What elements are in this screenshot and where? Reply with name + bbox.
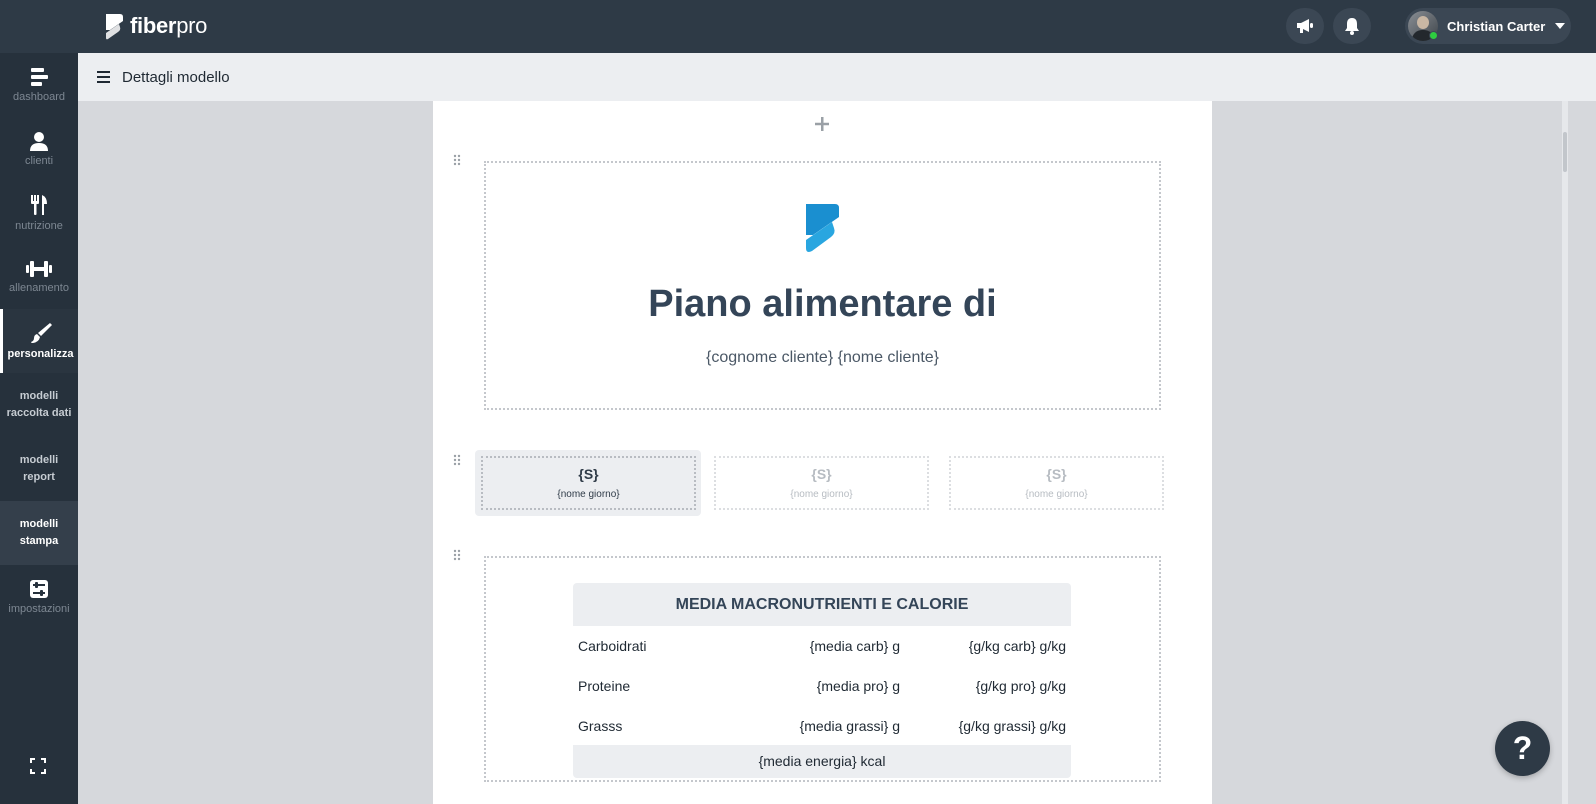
day-card[interactable]: {S} {nome giorno} [949,456,1164,510]
drag-handle-icon[interactable] [453,549,461,561]
user-icon [30,131,48,151]
macro-table-heading: MEDIA MACRONUTRIENTI E CALORIE [573,583,1071,626]
sidebar-item-modelli-report[interactable]: modelli report [0,437,78,501]
sidebar-item-dashboard[interactable]: dashboard [0,53,78,117]
day-card[interactable]: {S} {nome giorno} [481,456,696,510]
utensils-icon [31,194,47,215]
sub-header [78,53,1596,101]
macro-name: Carboidrati [578,638,647,654]
macro-average: {media pro} g [816,678,900,694]
macro-per-kg: {g/kg carb} g/kg [968,638,1066,654]
macro-average: {media grassi} g [799,718,900,734]
brush-icon [30,322,52,343]
macro-per-kg: {g/kg pro} g/kg [975,678,1066,694]
bell-icon [1345,18,1359,35]
day-name: {nome giorno} [557,489,620,500]
document-title: Piano alimentare di [648,283,997,325]
sidebar-item-label: personalizza [7,347,74,360]
brand-name: fiberpro [130,13,208,38]
sidebar-item-personalizza[interactable]: personalizza [0,309,78,373]
day-symbol: {S} [811,466,832,482]
macro-average: {media carb} g [809,638,900,654]
add-block-icon[interactable] [814,116,830,132]
sidebar-item-impostazioni[interactable]: impostazioni [0,565,78,629]
table-row: Grasss {media grassi} g {g/kg grassi} g/… [573,706,1071,746]
sidebar-item-label: allenamento [9,281,69,294]
day-symbol: {S} [578,466,599,482]
dumbbell-icon [26,260,52,277]
hamburger-menu-icon[interactable] [97,71,110,83]
sidebar-item-label: clienti [24,154,54,167]
notifications-button[interactable] [1333,8,1371,44]
scrollbar-thumb[interactable] [1563,132,1567,172]
fiberpro-logo-icon [806,204,839,252]
sidebar-item-label: modelli raccolta dati [6,390,72,419]
day-symbol: {S} [1046,466,1067,482]
online-status-indicator [1429,31,1438,40]
fullscreen-icon[interactable] [30,758,46,774]
sidebar-item-clienti[interactable]: clienti [0,117,78,181]
table-row: Proteine {media pro} g {g/kg pro} g/kg [573,666,1071,706]
sidebar-item-label: nutrizione [15,219,63,232]
sidebar-item-label: dashboard [13,90,65,103]
day-name: {nome giorno} [790,489,853,500]
help-button[interactable]: ? [1495,721,1550,776]
chevron-down-icon [1555,23,1566,29]
day-card[interactable]: {S} {nome giorno} [714,456,929,510]
brand-logo[interactable]: fiberpro [104,12,207,40]
drag-handle-icon[interactable] [453,454,461,466]
document-subtitle: {cognome cliente} {nome cliente} [705,349,940,366]
macro-name: Proteine [578,678,631,694]
sidebar-item-label: modelli report [19,454,59,483]
megaphone-icon [1297,19,1313,33]
table-row: Carboidrati {media carb} g {g/kg carb} g… [573,626,1071,666]
fiberpro-logo-icon [106,14,123,40]
macro-table-footer: {media energia} kcal [573,745,1071,778]
user-name: Christian Carter [1447,18,1546,34]
page-title: Dettagli modello [122,69,230,86]
sidebar-item-label: impostazioni [8,602,70,615]
sidebar-item-modelli-raccolta-dati[interactable]: modelli raccolta dati [0,373,78,437]
question-mark-icon: ? [1512,730,1533,766]
dashboard-icon [31,67,48,86]
sliders-icon [30,579,48,598]
sidebar-item-label: modelli stampa [19,518,59,547]
announcements-button[interactable] [1286,8,1324,44]
sidebar-item-modelli-stampa[interactable]: modelli stampa [0,501,78,565]
macro-name: Grasss [578,718,623,734]
scrollbar[interactable] [1562,101,1568,804]
macro-per-kg: {g/kg grassi} g/kg [958,718,1066,734]
drag-handle-icon[interactable] [453,154,461,166]
sidebar-item-nutrizione[interactable]: nutrizione [0,181,78,245]
sidebar-item-allenamento[interactable]: allenamento [0,245,78,309]
day-name: {nome giorno} [1025,489,1088,500]
